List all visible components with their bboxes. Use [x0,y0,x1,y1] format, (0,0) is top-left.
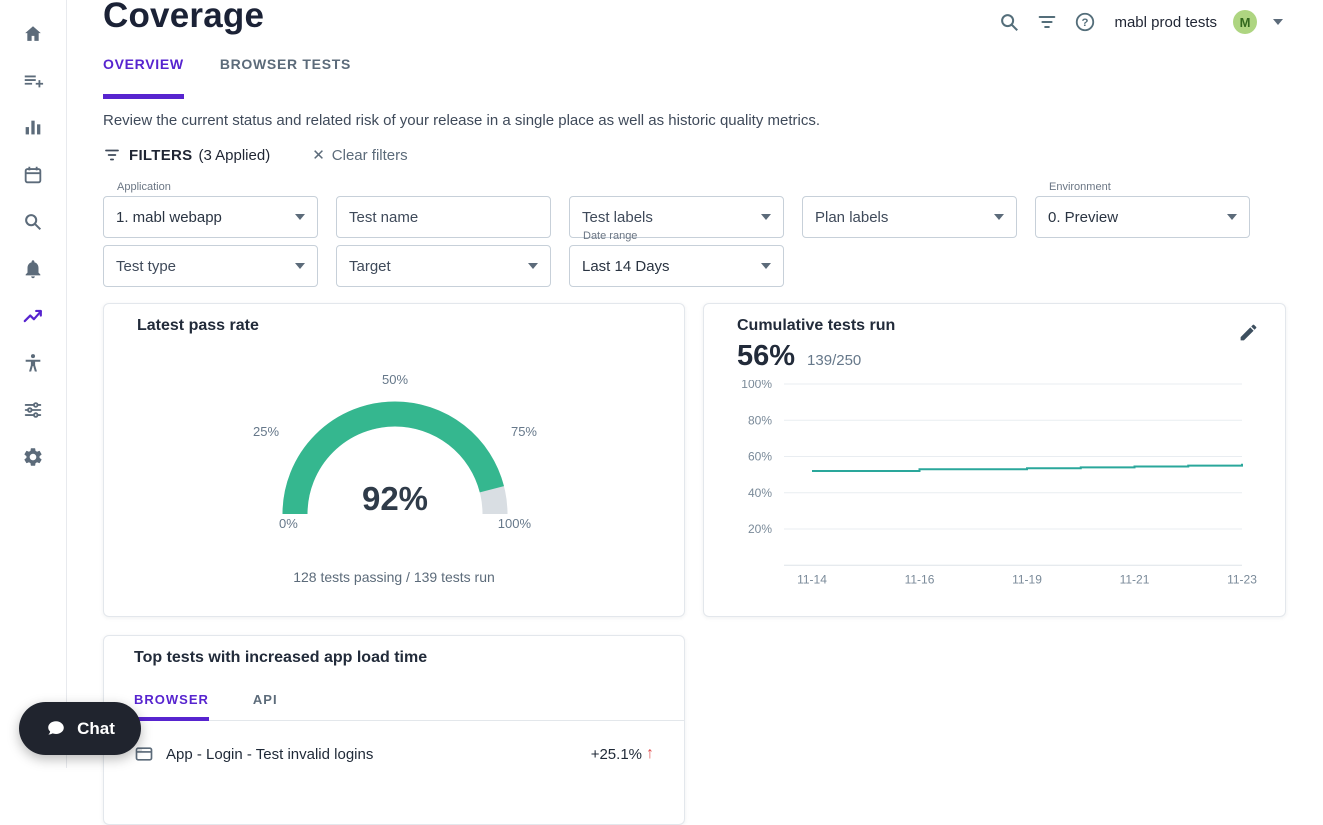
results-chart-icon[interactable] [10,104,56,151]
tab-browser[interactable]: BROWSER [134,680,209,721]
svg-text:11-16: 11-16 [905,572,935,586]
svg-text:60%: 60% [748,450,772,464]
workspace-name[interactable]: mabl prod tests [1114,14,1217,31]
cumulative-tests-card: Cumulative tests run 56% 139/250 100% 80%… [703,303,1286,617]
chevron-down-icon [761,263,771,269]
avatar[interactable]: M [1233,10,1257,34]
chat-launcher-button[interactable]: Chat [19,702,141,755]
clear-filters-label: Clear filters [332,147,408,164]
chevron-down-icon [528,263,538,269]
test-labels-placeholder: Test labels [582,209,653,226]
notifications-bell-icon[interactable] [10,245,56,292]
gauge-tick-0: 0% [279,516,298,531]
environment-select[interactable]: 0. Preview [1035,196,1250,238]
date-range-label: Date range [583,230,637,242]
date-range-select[interactable]: Last 14 Days [569,245,784,287]
svg-text:11-23: 11-23 [1227,572,1257,586]
plan-labels-select[interactable]: Plan labels [802,196,1017,238]
configuration-sliders-icon[interactable] [10,386,56,433]
top-tests-tabs: BROWSER API [104,680,684,721]
plan-labels-placeholder: Plan labels [815,209,888,226]
chat-bubble-icon [45,718,67,740]
workspace-chevron-down-icon[interactable] [1273,19,1283,25]
gauge-tick-25: 25% [253,424,279,439]
chevron-down-icon [994,214,1004,220]
latest-pass-rate-card: Latest pass rate 0% 25% 50% 75% 100% 92%… [103,303,685,617]
clear-filters-button[interactable]: ✕ Clear filters [312,147,407,164]
svg-text:?: ? [1082,17,1089,29]
browser-window-icon [134,744,154,764]
up-arrow-icon: ↑ [646,745,654,763]
gauge-value-label: 92% [245,480,545,518]
schedule-calendar-icon[interactable] [10,151,56,198]
pass-rate-caption: 128 tests passing / 139 tests run [104,569,684,585]
environment-label: Environment [1049,181,1111,193]
gauge-tick-75: 75% [511,424,537,439]
top-test-row[interactable]: App - Login - Test invalid logins +25.1%… [104,732,684,776]
filters-applied-count: (3 Applied) [198,147,270,164]
cumulative-percent: 56% [737,340,795,373]
svg-text:11-19: 11-19 [1012,572,1042,586]
chevron-down-icon [1227,214,1237,220]
environment-value: 0. Preview [1048,209,1118,226]
search-icon[interactable] [998,11,1020,33]
gauge-tick-50: 50% [245,372,545,387]
top-tests-card-title: Top tests with increased app load time [134,649,427,667]
close-icon: ✕ [312,148,325,163]
left-nav-sidebar [0,0,67,768]
filter-list-icon[interactable] [1036,11,1058,33]
chevron-down-icon [295,214,305,220]
gauge-tick-100: 100% [498,516,531,531]
page-title: Coverage [103,0,264,36]
chat-label: Chat [77,719,115,739]
test-type-select[interactable]: Test type [103,245,318,287]
tab-api[interactable]: API [253,680,278,721]
coverage-tabs: OVERVIEW BROWSER TESTS [103,48,351,99]
cumulative-card-title: Cumulative tests run [737,317,895,335]
test-type-placeholder: Test type [116,258,176,275]
application-value: 1. mabl webapp [116,209,222,226]
coverage-insights-icon[interactable] [10,292,56,339]
target-select[interactable]: Target [336,245,551,287]
filters-bar: FILTERS (3 Applied) ✕ Clear filters [103,146,408,164]
date-range-value: Last 14 Days [582,258,670,275]
pass-rate-gauge: 0% 25% 50% 75% 100% 92% [245,352,545,537]
tab-browser-tests[interactable]: BROWSER TESTS [220,48,351,99]
svg-text:11-14: 11-14 [797,572,827,586]
home-icon[interactable] [10,10,56,57]
edit-goal-pencil-icon[interactable] [1238,322,1259,348]
top-tests-card: Top tests with increased app load time B… [103,635,685,825]
funnel-icon[interactable] [103,146,121,164]
target-placeholder: Target [349,258,391,275]
cumulative-stats: 56% 139/250 [737,340,861,373]
svg-text:20%: 20% [748,522,772,536]
settings-gear-icon[interactable] [10,433,56,480]
header-actions: ? mabl prod tests M [998,10,1283,34]
cumulative-line-chart: 100% 80% 60% 40% 20% 11-14 11-16 11-19 11-21 11-2… [714,380,1274,600]
test-search-icon[interactable] [10,198,56,245]
top-test-name: App - Login - Test invalid logins [166,746,591,763]
svg-text:80%: 80% [748,413,772,427]
tab-overview[interactable]: OVERVIEW [103,48,184,99]
test-name-input[interactable] [336,196,551,238]
pass-rate-card-title: Latest pass rate [137,317,259,335]
cumulative-fraction: 139/250 [807,352,861,369]
svg-text:40%: 40% [748,486,772,500]
accessibility-person-icon[interactable] [10,339,56,386]
new-test-icon[interactable] [10,57,56,104]
chevron-down-icon [295,263,305,269]
chevron-down-icon [761,214,771,220]
page-description: Review the current status and related ri… [103,112,820,129]
svg-text:100%: 100% [741,380,772,391]
application-label: Application [117,181,171,193]
help-icon[interactable]: ? [1074,11,1096,33]
application-select[interactable]: 1. mabl webapp [103,196,318,238]
top-test-delta: +25.1% [591,746,642,763]
svg-text:11-21: 11-21 [1120,572,1150,586]
filters-toggle[interactable]: FILTERS [129,147,192,164]
